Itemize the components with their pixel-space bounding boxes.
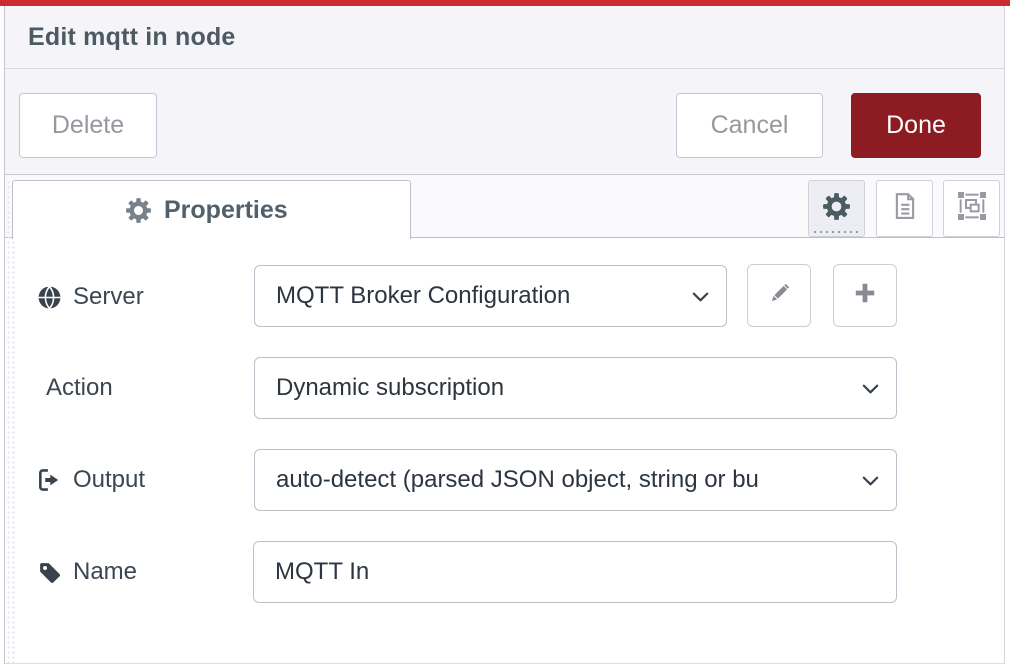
delete-button[interactable]: Delete: [19, 93, 157, 158]
server-label: Server: [37, 279, 144, 315]
add-server-button[interactable]: [833, 264, 897, 327]
plus-icon: [852, 280, 878, 311]
tab-properties[interactable]: Properties: [12, 180, 411, 239]
name-input[interactable]: [253, 541, 897, 603]
sign-out-icon: [36, 467, 62, 493]
object-group-icon: [956, 190, 988, 227]
chevron-down-icon: [689, 285, 712, 308]
dialog-left-border: [4, 6, 5, 664]
properties-tab-button[interactable]: [808, 180, 865, 237]
output-label: Output: [36, 462, 145, 498]
server-select[interactable]: MQTT Broker Configuration: [254, 265, 727, 327]
tag-icon: [37, 560, 62, 585]
action-select-value: Dynamic subscription: [255, 374, 859, 402]
name-label: Name: [37, 554, 137, 590]
cancel-button[interactable]: Cancel: [676, 93, 823, 158]
globe-icon: [37, 285, 62, 310]
edit-server-button[interactable]: [747, 264, 811, 327]
action-select[interactable]: Dynamic subscription: [254, 357, 897, 419]
tab-bar: Properties: [5, 175, 1004, 238]
done-button[interactable]: Done: [851, 93, 981, 158]
description-tab-button[interactable]: [876, 180, 933, 237]
appearance-tab-button[interactable]: [943, 180, 1000, 237]
tab-properties-label: Properties: [164, 196, 288, 225]
server-select-value: MQTT Broker Configuration: [255, 282, 689, 310]
chevron-down-icon: [859, 469, 882, 492]
chevron-down-icon: [859, 377, 882, 400]
pencil-icon: [766, 280, 793, 312]
cog-icon: [823, 193, 850, 225]
edit-mqtt-in-node-dialog: Edit mqtt in node Delete Cancel Done: [0, 0, 1010, 664]
dialog-title: Edit mqtt in node: [5, 23, 236, 52]
dialog-header: Edit mqtt in node: [5, 6, 1004, 69]
tray-resize-handle[interactable]: [6, 180, 15, 664]
output-select[interactable]: auto-detect (parsed JSON object, string …: [254, 449, 897, 511]
document-icon: [890, 191, 920, 226]
output-select-value: auto-detect (parsed JSON object, string …: [255, 466, 859, 494]
dialog-right-border: [1004, 6, 1005, 664]
cog-icon: [126, 198, 151, 223]
dialog-button-bar: Delete Cancel Done: [5, 69, 1004, 175]
action-label: Action: [46, 370, 113, 406]
